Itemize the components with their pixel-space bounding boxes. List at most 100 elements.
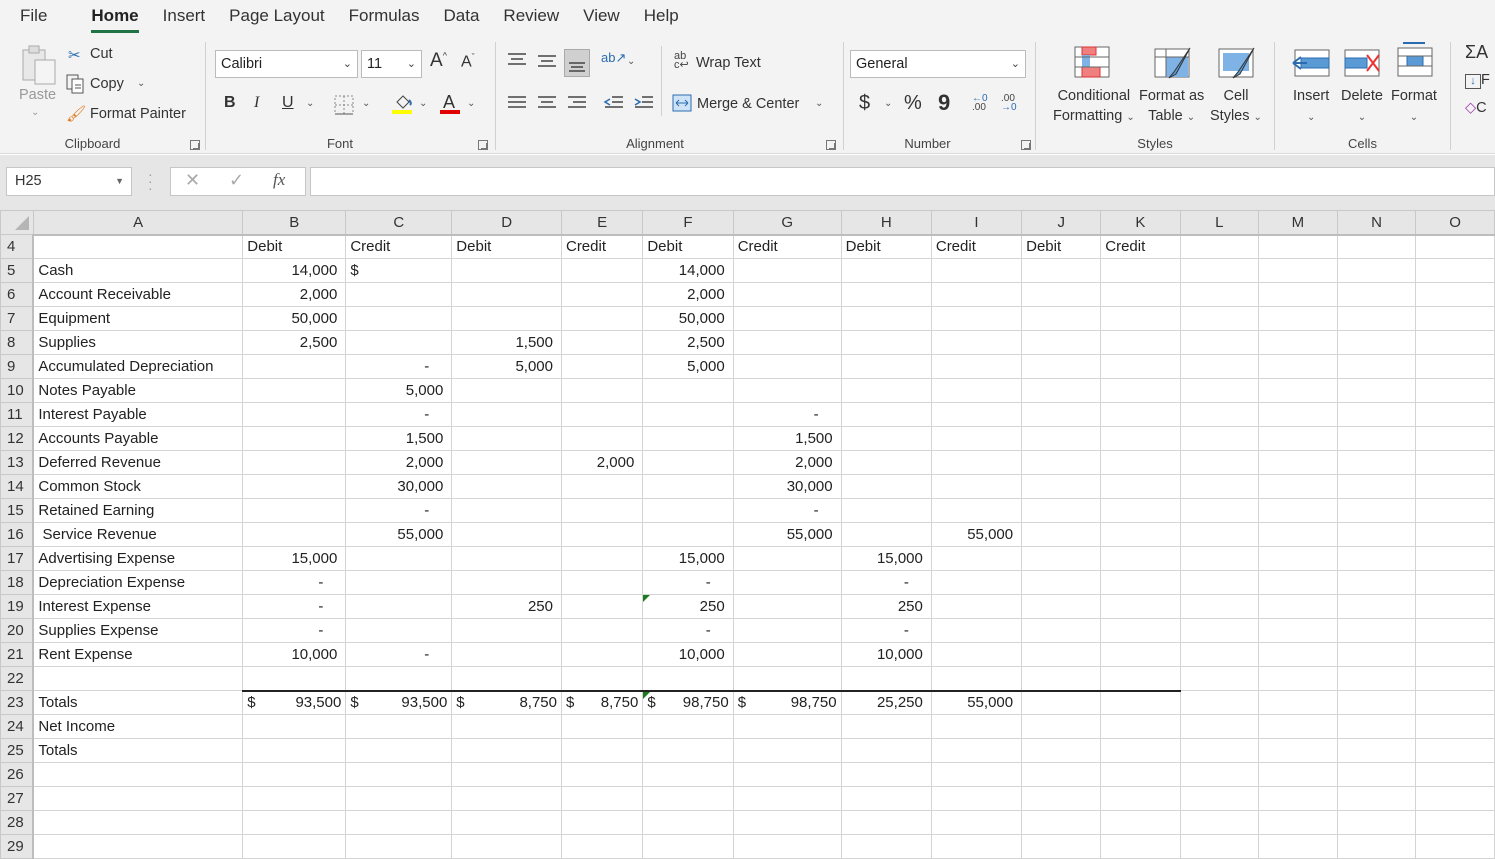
cell-i15[interactable] bbox=[930, 498, 1023, 523]
cell-n18[interactable] bbox=[1336, 570, 1417, 595]
cell-d25[interactable] bbox=[451, 738, 562, 763]
menu-data[interactable]: Data bbox=[432, 0, 492, 36]
cell-g13[interactable]: 2,000 bbox=[732, 450, 842, 475]
row-header-25[interactable]: 25 bbox=[0, 738, 35, 763]
cell-j22[interactable] bbox=[1021, 666, 1102, 691]
clipboard-launcher-icon[interactable] bbox=[190, 140, 200, 150]
cell-i14[interactable] bbox=[930, 474, 1023, 499]
cell-b6[interactable]: 2,000 bbox=[242, 282, 347, 307]
row-header-18[interactable]: 18 bbox=[0, 570, 35, 595]
cell-i4[interactable]: Credit bbox=[930, 234, 1023, 259]
cell-m16[interactable] bbox=[1258, 522, 1338, 547]
cell-f17[interactable]: 15,000 bbox=[642, 546, 734, 571]
cell-m14[interactable] bbox=[1258, 474, 1338, 499]
cell-h25[interactable] bbox=[840, 738, 932, 763]
cell-a27[interactable] bbox=[32, 786, 244, 811]
cell-j12[interactable] bbox=[1021, 426, 1102, 451]
cell-c23[interactable]: $93,500 bbox=[345, 689, 453, 715]
cell-b4[interactable]: Debit bbox=[242, 234, 347, 259]
cell-d22[interactable] bbox=[451, 666, 562, 691]
cell-a17[interactable]: Advertising Expense bbox=[32, 546, 244, 571]
cell-g10[interactable] bbox=[732, 378, 842, 403]
cell-l15[interactable] bbox=[1179, 498, 1260, 523]
cell-i16[interactable]: 55,000 bbox=[930, 522, 1023, 547]
cell-n10[interactable] bbox=[1336, 378, 1417, 403]
cell-a18[interactable]: Depreciation Expense bbox=[32, 570, 244, 595]
cell-d27[interactable] bbox=[451, 786, 562, 811]
cell-o18[interactable] bbox=[1415, 570, 1495, 595]
cell-f12[interactable] bbox=[642, 426, 734, 451]
increase-decimal-icon[interactable]: ←0.00 bbox=[972, 94, 994, 114]
cell-a25[interactable]: Totals bbox=[32, 738, 244, 763]
alignment-launcher-icon[interactable] bbox=[826, 140, 836, 150]
cell-k8[interactable] bbox=[1100, 330, 1181, 355]
cell-n6[interactable] bbox=[1336, 282, 1417, 307]
cell-b18[interactable]: - bbox=[242, 570, 347, 595]
cell-l20[interactable] bbox=[1179, 618, 1260, 643]
cell-o12[interactable] bbox=[1415, 426, 1495, 451]
cell-a15[interactable]: Retained Earning bbox=[32, 498, 244, 523]
cell-f14[interactable] bbox=[642, 474, 734, 499]
cell-i17[interactable] bbox=[930, 546, 1023, 571]
cell-c20[interactable] bbox=[345, 618, 453, 643]
cell-e4[interactable]: Credit bbox=[560, 234, 644, 259]
cell-k14[interactable] bbox=[1100, 474, 1181, 499]
cell-a7[interactable]: Equipment bbox=[32, 306, 244, 331]
cell-n7[interactable] bbox=[1336, 306, 1417, 331]
cell-m18[interactable] bbox=[1258, 570, 1338, 595]
cell-o19[interactable] bbox=[1415, 594, 1495, 619]
cell-f27[interactable] bbox=[642, 786, 734, 811]
cell-f28[interactable] bbox=[642, 810, 734, 835]
cell-h6[interactable] bbox=[840, 282, 932, 307]
cell-o13[interactable] bbox=[1415, 450, 1495, 475]
merge-center-dropdown[interactable]: ⌄ bbox=[815, 98, 823, 109]
row-header-22[interactable]: 22 bbox=[0, 666, 35, 691]
cell-m19[interactable] bbox=[1258, 594, 1338, 619]
cell-b8[interactable]: 2,500 bbox=[242, 330, 347, 355]
formula-input[interactable] bbox=[310, 167, 1495, 196]
cell-m4[interactable] bbox=[1258, 234, 1338, 259]
menu-file[interactable]: File bbox=[0, 0, 59, 36]
cell-h22[interactable] bbox=[840, 666, 932, 691]
row-header-24[interactable]: 24 bbox=[0, 714, 35, 739]
cell-c10[interactable]: 5,000 bbox=[345, 378, 453, 403]
cell-n25[interactable] bbox=[1336, 738, 1417, 763]
cell-c25[interactable] bbox=[345, 738, 453, 763]
cell-h28[interactable] bbox=[840, 810, 932, 835]
cell-f15[interactable] bbox=[642, 498, 734, 523]
orientation-dropdown[interactable]: ⌄ bbox=[627, 56, 635, 67]
cell-h19[interactable]: 250 bbox=[840, 594, 932, 619]
cell-f25[interactable] bbox=[642, 738, 734, 763]
cell-m15[interactable] bbox=[1258, 498, 1338, 523]
cell-o25[interactable] bbox=[1415, 738, 1495, 763]
cell-o11[interactable] bbox=[1415, 402, 1495, 427]
cell-k6[interactable] bbox=[1100, 282, 1181, 307]
cell-e14[interactable] bbox=[560, 474, 644, 499]
cell-m9[interactable] bbox=[1258, 354, 1338, 379]
row-header-5[interactable]: 5 bbox=[0, 258, 35, 283]
row-header-15[interactable]: 15 bbox=[0, 498, 35, 523]
cell-e24[interactable] bbox=[560, 714, 644, 739]
cell-l11[interactable] bbox=[1179, 402, 1260, 427]
orientation-icon[interactable]: ab↗ bbox=[601, 50, 626, 72]
cell-g19[interactable] bbox=[732, 594, 842, 619]
cell-l10[interactable] bbox=[1179, 378, 1260, 403]
cell-o8[interactable] bbox=[1415, 330, 1495, 355]
cell-j8[interactable] bbox=[1021, 330, 1102, 355]
cell-d6[interactable] bbox=[451, 282, 562, 307]
cell-i28[interactable] bbox=[930, 810, 1023, 835]
cell-k10[interactable] bbox=[1100, 378, 1181, 403]
cell-g27[interactable] bbox=[732, 786, 842, 811]
cell-l13[interactable] bbox=[1179, 450, 1260, 475]
cell-m7[interactable] bbox=[1258, 306, 1338, 331]
cell-o14[interactable] bbox=[1415, 474, 1495, 499]
cell-a26[interactable] bbox=[32, 762, 244, 787]
cell-f8[interactable]: 2,500 bbox=[642, 330, 734, 355]
font-name-select[interactable]: Calibri ⌄ bbox=[215, 50, 358, 78]
cell-h15[interactable] bbox=[840, 498, 932, 523]
cell-c26[interactable] bbox=[345, 762, 453, 787]
cell-d26[interactable] bbox=[451, 762, 562, 787]
cell-n26[interactable] bbox=[1336, 762, 1417, 787]
cell-k28[interactable] bbox=[1100, 810, 1181, 835]
drag-handle-icon[interactable]: · · · bbox=[148, 167, 153, 195]
